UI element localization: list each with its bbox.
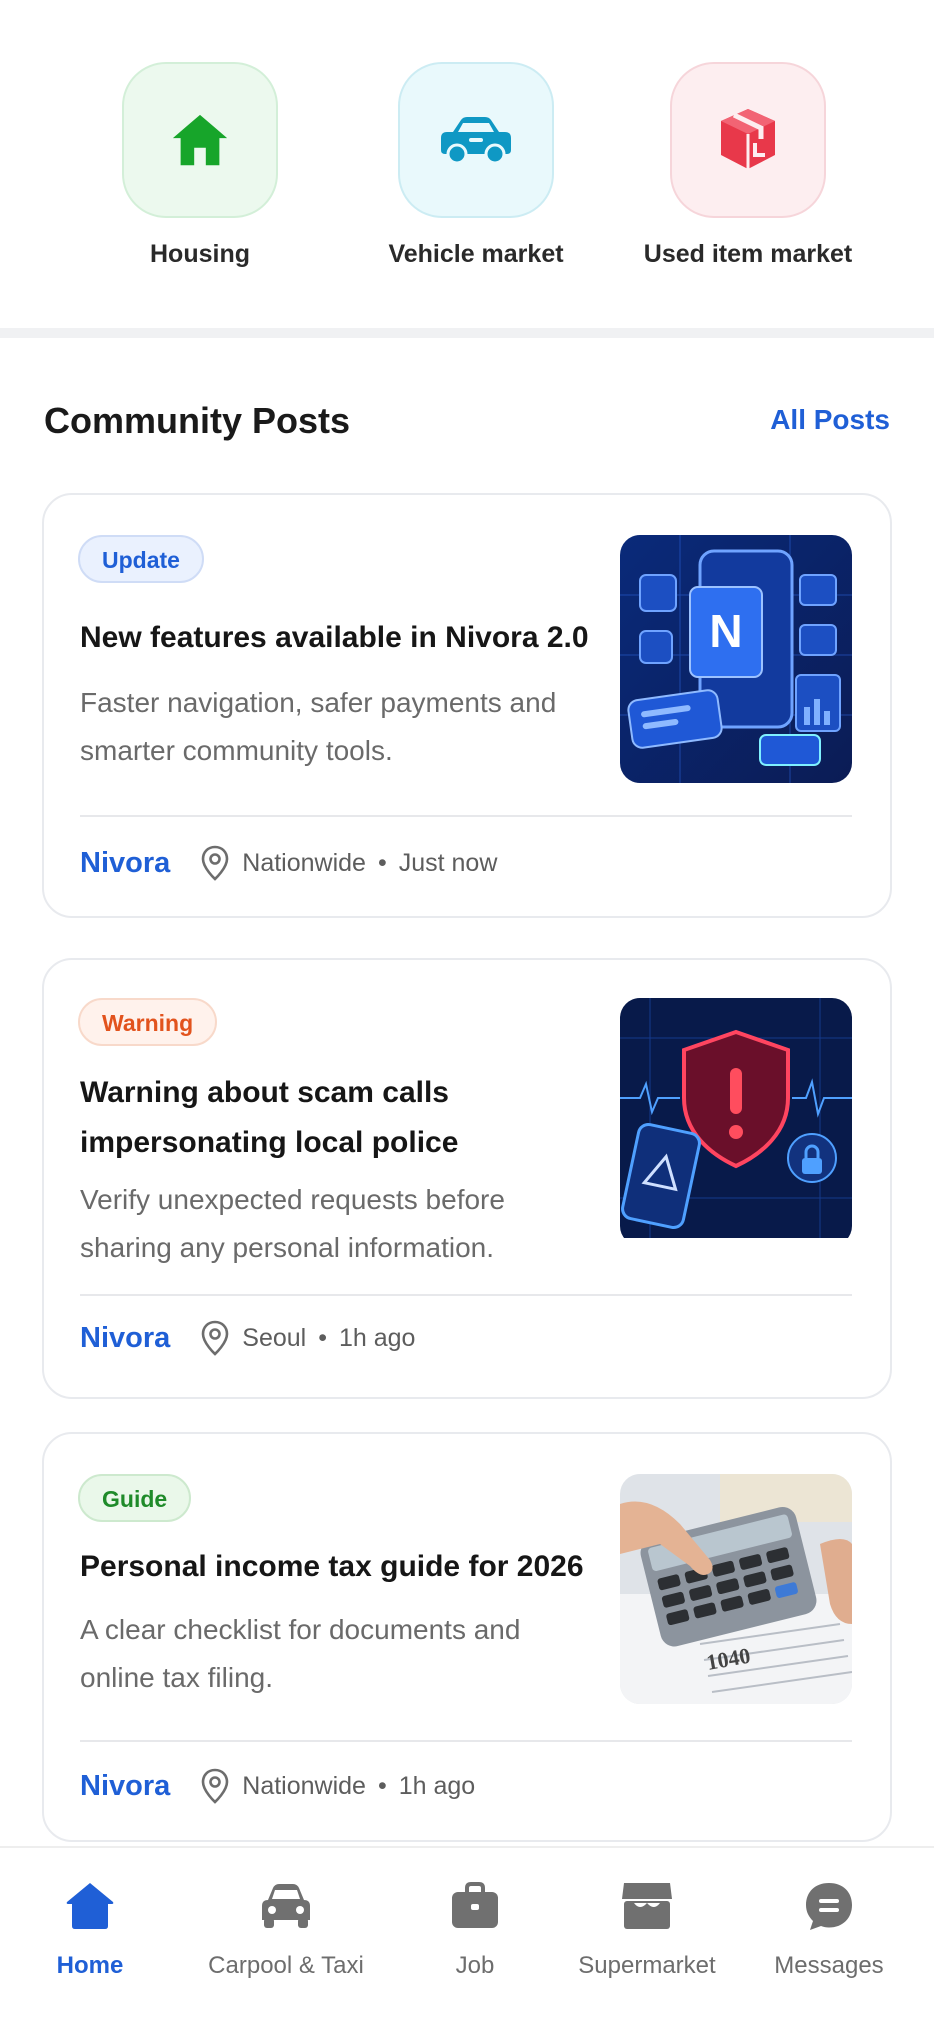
post-card[interactable]: Warning Warning about scam calls imperso… [42, 958, 892, 1399]
section-title: Community Posts [44, 400, 351, 441]
nav-label: Home [56, 1952, 124, 1979]
nav-label: Job [455, 1952, 495, 1979]
post-card[interactable]: Guide Personal income tax guide for 2026… [42, 1432, 892, 1842]
nav-home[interactable]: Home [0, 1878, 180, 1980]
housing-tile[interactable] [122, 62, 278, 218]
nav-carpool-taxi[interactable]: Carpool & Taxi [196, 1878, 376, 1980]
post-badge: Warning [78, 998, 218, 1046]
category-vehicle-market[interactable]: Vehicle market [356, 62, 596, 269]
home-icon [62, 1878, 118, 1934]
post-time: 1h ago [398, 1771, 476, 1800]
post-author[interactable]: Nivora [80, 1322, 170, 1355]
post-time: Just now [398, 848, 498, 877]
post-meta: Nivora Seoul • 1h ago [80, 1316, 852, 1360]
post-badge: Guide [78, 1474, 192, 1522]
location-pin-icon [201, 1768, 229, 1804]
nav-supermarket[interactable]: Supermarket [557, 1878, 737, 1980]
car-icon [441, 117, 511, 165]
location-pin-icon [201, 1320, 229, 1356]
post-location: Nationwide [242, 1771, 366, 1800]
all-posts-link[interactable]: All Posts [770, 404, 890, 436]
house-icon [172, 114, 228, 166]
meta-separator: • [377, 848, 387, 877]
post-meta: Nivora Nationwide • 1h ago [80, 1764, 852, 1808]
category-label: Vehicle market [388, 240, 564, 268]
post-description: Faster navigation, safer payments and sm… [80, 687, 557, 766]
post-title: Personal income tax guide for 2026 [80, 1550, 584, 1583]
bottom-navigation: Home Carpool & Taxi Job Supermarket Mess… [0, 1846, 934, 2021]
section-divider [0, 328, 934, 338]
nav-label: Messages [774, 1952, 884, 1979]
post-thumbnail-app-update: N [620, 535, 852, 783]
category-housing[interactable]: Housing [80, 62, 320, 269]
post-thumbnail-tax: 1040 [620, 1474, 852, 1704]
card-divider [80, 1740, 852, 1742]
post-author[interactable]: Nivora [80, 847, 170, 880]
nav-label: Carpool & Taxi [208, 1952, 364, 1979]
post-description: Verify unexpected requests before sharin… [80, 1184, 505, 1263]
category-used-item-market[interactable]: Used item market [628, 62, 868, 269]
card-divider [80, 1294, 852, 1296]
post-meta: Nivora Nationwide • Just now [80, 841, 852, 885]
briefcase-icon [447, 1878, 503, 1934]
post-location: Nationwide [242, 848, 366, 877]
post-location: Seoul [242, 1323, 307, 1352]
post-author[interactable]: Nivora [80, 1770, 170, 1803]
vehicle-tile[interactable] [398, 62, 554, 218]
post-badge: Update [78, 535, 204, 583]
car-icon [258, 1878, 314, 1934]
category-label: Housing [150, 240, 250, 268]
used-item-tile[interactable] [670, 62, 826, 218]
chat-icon [801, 1878, 857, 1934]
svg-text:N: N [709, 605, 742, 657]
meta-separator: • [377, 1771, 387, 1800]
category-label: Used item market [643, 240, 853, 268]
post-title: New features available in Nivora 2.0 [80, 621, 589, 654]
post-card[interactable]: Update New features available in Nivora … [42, 493, 892, 918]
post-thumbnail-security [620, 998, 852, 1246]
card-divider [80, 815, 852, 817]
nav-job[interactable]: Job [385, 1878, 565, 1980]
location-pin-icon [201, 845, 229, 881]
post-title: Warning about scam calls impersonating l… [80, 1076, 459, 1159]
store-icon [619, 1878, 675, 1934]
nav-messages[interactable]: Messages [739, 1878, 919, 1980]
meta-separator: • [318, 1323, 327, 1352]
community-posts-header: Community Posts All Posts [44, 396, 890, 446]
post-description: A clear checklist for documents and onli… [80, 1614, 521, 1693]
category-shortcuts: Housing Vehicle market Used item market [0, 0, 934, 330]
nav-label: Supermarket [578, 1952, 716, 1979]
post-time: 1h ago [338, 1323, 416, 1352]
package-icon [721, 109, 775, 169]
